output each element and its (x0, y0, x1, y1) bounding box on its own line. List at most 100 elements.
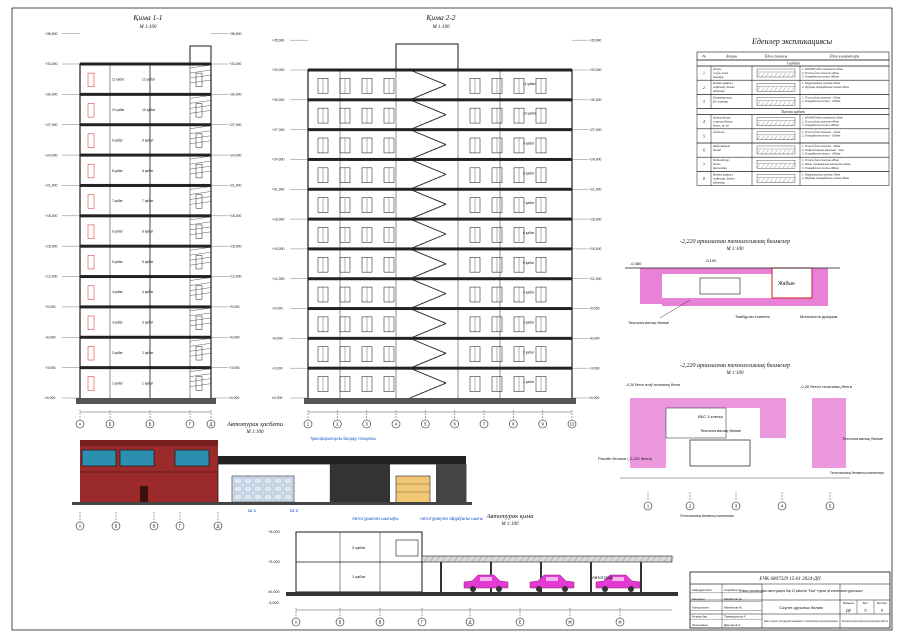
section-2-2-scale: М 1:100 (431, 25, 450, 30)
section-1-1-stair-tower (189, 45, 212, 65)
axis-parking-1-label: А (295, 620, 298, 625)
explication-room: дәлиз, ас үй (713, 123, 729, 129)
floor-mark-left: +3,000 (45, 366, 56, 370)
floor-mark-left: +21,000 (45, 184, 57, 188)
explication-header: Еден элементлери (829, 55, 860, 59)
parking-facade: Автотурак ҳасбети М 1:100 Трансформаторл… (72, 421, 483, 531)
explication-num: 4 (703, 120, 705, 124)
stamp-role: Орынлаған (692, 623, 708, 627)
axis-1-1-1-label: А (79, 422, 82, 427)
floor-label-left: 10 қабат (112, 108, 125, 112)
explication-num: 2 (703, 86, 705, 90)
explication-element: 3. Темирбетон плита-180мм (802, 166, 839, 170)
stamp-name: Дауленов А. (724, 623, 741, 627)
floor-mark: ±0,000 (229, 396, 239, 400)
floor-mark: ±0,000 (589, 396, 599, 400)
floor-label: 9 қабат (142, 138, 154, 142)
explication-room: абоктор (713, 180, 725, 184)
floor-label: 7 қабат (142, 199, 154, 203)
floor-mark-left: +24,000 (45, 153, 57, 157)
axis-parking-3-label: В (379, 620, 382, 625)
floor-label: 5 қабат (523, 261, 535, 265)
drawing-canvas: Қима 1-1 М 1:100 1 қабат 1 қабат 2 қабат 2 … (11, 7, 893, 631)
parking-facade-title: Автотурак ҳасбети (226, 421, 284, 428)
stamp-code: ЕЧК 6807329 15-01 2024-ДП (758, 577, 821, 582)
parking-mark-mid: +3,000 (268, 560, 280, 564)
explication-element: 2. Жуўаны темирбетон плита-30мм (802, 175, 849, 180)
explication-num: 7 (703, 163, 706, 167)
facade-label-exit: Автотурактан шығыўы (352, 515, 399, 521)
section-1-1-foundation (76, 398, 216, 404)
stamp-sheet-2: Қима 1-1, қима 2-2, автотурақ ҳасбети қи… (764, 619, 838, 623)
floor-mark: +21,000 (589, 187, 601, 191)
parking-mark-bottom: -3,000 (268, 601, 279, 605)
floor-label-left: 1 қабат (112, 381, 123, 385)
technological-rooms-plan-1: -2,220 арналаскан технологиялиқ бөлмелер… (625, 238, 840, 325)
parking-section-zone: Автотурақ (592, 575, 613, 580)
floor-label-left: 3 қабат (112, 321, 123, 325)
floor-label: 10 қабат (142, 108, 156, 112)
drawing-sheet: Қима 1-1 М 1:100 1 қабат 1 қабат 2 қабат 2 … (0, 0, 898, 635)
floor-mark-left: +27,000 (272, 128, 284, 132)
floor-mark-left: +9,000 (272, 307, 283, 311)
node1-red-label: Жабын (778, 281, 795, 287)
floor-label-left: 4 қабат (112, 290, 123, 294)
title-block: Кафедра басл. Атамбаев Т.Жетекши Мамбетов … (689, 571, 891, 629)
section-2-2-stair-tower (395, 43, 459, 71)
stamp-role: Норма бақ. (692, 614, 708, 618)
floor-mark: +12,000 (229, 275, 241, 279)
axis-1-1-2-label: Б (109, 422, 112, 427)
floor-mark: +9,000 (589, 307, 600, 311)
floor-mark-left: +35,900 (272, 38, 284, 42)
floor-mark: +6,000 (229, 335, 240, 339)
node2-label-a: -0,26 бетон өтиў тесигиниң белги (626, 382, 680, 387)
floor-label-left: 11 қабат (112, 78, 125, 82)
floor-mark-left: +6,000 (272, 337, 283, 341)
stamp-org: ҚҚ Нөкис мәмлекетлик университети, Кураў… (842, 619, 888, 623)
axis-parking-8-label: И (618, 620, 621, 625)
stamp-name: Мамбетов Ж. (724, 606, 743, 610)
floor-label-left: 7 қабат (112, 199, 123, 203)
parking-section-scale: М 1:100 (500, 522, 519, 527)
axis-facade-3-label: В (153, 524, 156, 529)
node1-title: -2,220 арналаскан технологиялиқ бөлмелер (680, 238, 790, 245)
floor-mark-left: +33,000 (45, 62, 57, 66)
node2-label-c: ВБС 3 клетка (698, 414, 723, 419)
floor-label: 8 қабат (142, 169, 154, 173)
floor-mark-left: +33,000 (272, 68, 284, 72)
parking-facade-scale: М 1:100 (245, 430, 264, 435)
axis-facade-2-label: Б (115, 524, 118, 529)
stamp-name: Тажимуратов А. (724, 614, 746, 618)
floor-mark: +21,000 (229, 184, 241, 188)
floor-mark: +15,000 (229, 244, 241, 248)
stamp-role: Жетекши (692, 597, 705, 601)
explication-room: бөлме (713, 148, 722, 152)
explication-header: № (701, 55, 706, 59)
node2-label-g: Технологиялық бөлмениң есикленлери (680, 513, 734, 518)
stamp-stage-header: Басқыш (843, 601, 855, 605)
explication-num: 5 (703, 134, 705, 138)
brick-block (80, 440, 218, 502)
floor-mark: +24,000 (229, 153, 241, 157)
floor-mark: +3,000 (589, 366, 600, 370)
explication-room: Лоджия (712, 130, 725, 134)
node1-scale: М 1:100 (725, 247, 744, 252)
floor-mark: +30,000 (229, 93, 241, 97)
floor-label: 2 қабат (142, 351, 154, 355)
floor-label: 7 қабат (523, 201, 535, 205)
floor-mark: +27,000 (229, 123, 241, 127)
node2-label-b: -0,26 бетон тесигиниң белги (800, 384, 852, 389)
floor-mark-left: ±0,000 (45, 396, 55, 400)
car-2 (529, 574, 575, 589)
explication-room: баспалдақ (713, 166, 727, 170)
floor-mark-left: +18,000 (272, 217, 284, 221)
stamp-stage-value: ДК (846, 608, 852, 613)
floor-mark: +18,000 (589, 217, 601, 221)
explication-num: 1 (703, 72, 705, 76)
section-2-2: Қима 2-2 М 1:100 1 қабат 2 қабат 3 қабат 4 … (272, 13, 601, 429)
explication-header: Еден схемасы (764, 55, 788, 59)
section-1-1: Қима 1-1 М 1:100 1 қабат 1 қабат 2 қабат 2 … (45, 13, 241, 429)
stamp-stage-header: Бетлер (877, 601, 887, 605)
stamp-sheet-1: Сәулет-қурылыс бөлим (779, 605, 823, 610)
axis-parking-5-label: Д (469, 620, 472, 625)
